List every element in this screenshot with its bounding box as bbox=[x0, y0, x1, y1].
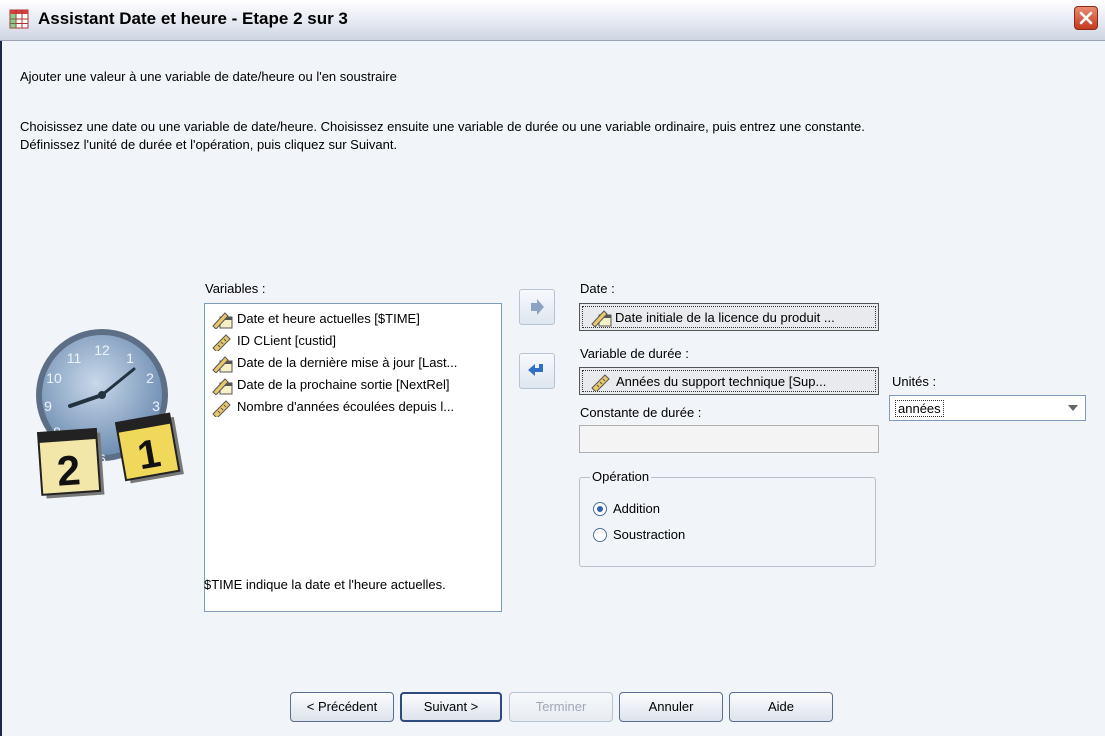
list-item[interactable]: Nombre d'années écoulées depuis l... bbox=[211, 396, 454, 418]
date-label: Date : bbox=[580, 281, 615, 296]
ruler-icon bbox=[591, 374, 610, 391]
intro-instructions-line1: Choisissez une date ou une variable de d… bbox=[20, 119, 865, 134]
finish-button: Terminer bbox=[509, 692, 613, 722]
spreadsheet-icon bbox=[9, 9, 29, 29]
cancel-button[interactable]: Annuler bbox=[619, 692, 723, 722]
list-item[interactable]: Date de la dernière mise à jour [Last... bbox=[211, 352, 457, 374]
units-selected-value: années bbox=[895, 400, 944, 417]
clock-number-10: 10 bbox=[46, 370, 62, 386]
date-ruler-icon bbox=[212, 355, 233, 373]
addition-label[interactable]: Addition bbox=[613, 501, 660, 516]
subtraction-label[interactable]: Soustraction bbox=[613, 527, 685, 542]
operation-group bbox=[579, 477, 876, 567]
list-item[interactable]: Date et heure actuelles [$TIME] bbox=[211, 308, 420, 330]
variable-label: Date de la prochaine sortie [NextRel] bbox=[237, 377, 450, 392]
variable-label: Date et heure actuelles [$TIME] bbox=[237, 311, 420, 326]
list-item[interactable]: Date de la prochaine sortie [NextRel] bbox=[211, 374, 449, 396]
arrow-left-icon bbox=[528, 364, 543, 376]
chevron-down-icon[interactable] bbox=[1067, 404, 1079, 412]
date-field[interactable]: Date initiale de la licence du produit .… bbox=[579, 303, 879, 331]
duration-variable-value: Années du support technique [Sup... bbox=[616, 374, 827, 389]
operation-legend: Opération bbox=[590, 469, 652, 484]
units-label: Unités : bbox=[892, 374, 937, 389]
move-to-duration-button[interactable] bbox=[519, 353, 555, 389]
dialog-body: Ajouter une valeur à une variable de dat… bbox=[0, 41, 1105, 736]
variables-note: $TIME indique la date et l'heure actuell… bbox=[204, 577, 446, 592]
previous-button[interactable]: < Précédent bbox=[290, 692, 394, 722]
arrow-right-icon bbox=[531, 299, 544, 315]
duration-constant-label: Constante de durée : bbox=[580, 405, 702, 420]
variables-list[interactable]: Date et heure actuelles [$TIME] ID CLien… bbox=[204, 303, 502, 612]
intro-heading: Ajouter une valeur à une variable de dat… bbox=[20, 69, 397, 84]
units-select[interactable]: années bbox=[889, 395, 1086, 421]
duration-constant-input[interactable] bbox=[579, 425, 879, 453]
variables-label: Variables : bbox=[205, 281, 266, 296]
duration-variable-field[interactable]: Années du support technique [Sup... bbox=[579, 367, 879, 395]
clock-number-12: 12 bbox=[94, 342, 110, 358]
ruler-icon bbox=[212, 333, 231, 351]
clock-number-1: 1 bbox=[126, 350, 134, 366]
intro-instructions-line2: Définissez l'unité de durée et l'opérati… bbox=[20, 137, 398, 152]
calendar-page-2: 2 bbox=[55, 446, 82, 495]
clock-number-2: 2 bbox=[146, 370, 154, 386]
subtraction-radio[interactable] bbox=[593, 528, 607, 542]
variable-label: Date de la dernière mise à jour [Last... bbox=[237, 355, 458, 370]
variable-label: ID CLient [custid] bbox=[237, 333, 336, 348]
title-bar: Assistant Date et heure - Etape 2 sur 3 bbox=[0, 0, 1105, 41]
clock-calendar-illustration: 12 1 2 3 4 5 6 7 8 9 10 11 2 1 bbox=[36, 329, 184, 499]
date-ruler-icon bbox=[591, 310, 612, 327]
date-ruler-icon bbox=[212, 377, 233, 395]
date-ruler-icon bbox=[212, 311, 233, 329]
next-button[interactable]: Suivant > bbox=[400, 692, 502, 722]
close-button[interactable] bbox=[1074, 6, 1098, 30]
variable-label: Nombre d'années écoulées depuis l... bbox=[237, 399, 455, 414]
window-title: Assistant Date et heure - Etape 2 sur 3 bbox=[38, 9, 348, 28]
close-icon bbox=[1079, 11, 1093, 25]
clock-number-11: 11 bbox=[67, 350, 82, 366]
clock-number-3: 3 bbox=[152, 398, 160, 414]
date-field-value: Date initiale de la licence du produit .… bbox=[615, 310, 835, 325]
duration-variable-label: Variable de durée : bbox=[580, 346, 689, 361]
clock-number-9: 9 bbox=[44, 398, 52, 414]
ruler-icon bbox=[212, 399, 231, 417]
list-item[interactable]: ID CLient [custid] bbox=[211, 330, 336, 352]
help-button[interactable]: Aide bbox=[729, 692, 833, 722]
move-to-date-button[interactable] bbox=[519, 289, 555, 325]
addition-radio[interactable] bbox=[593, 502, 607, 516]
